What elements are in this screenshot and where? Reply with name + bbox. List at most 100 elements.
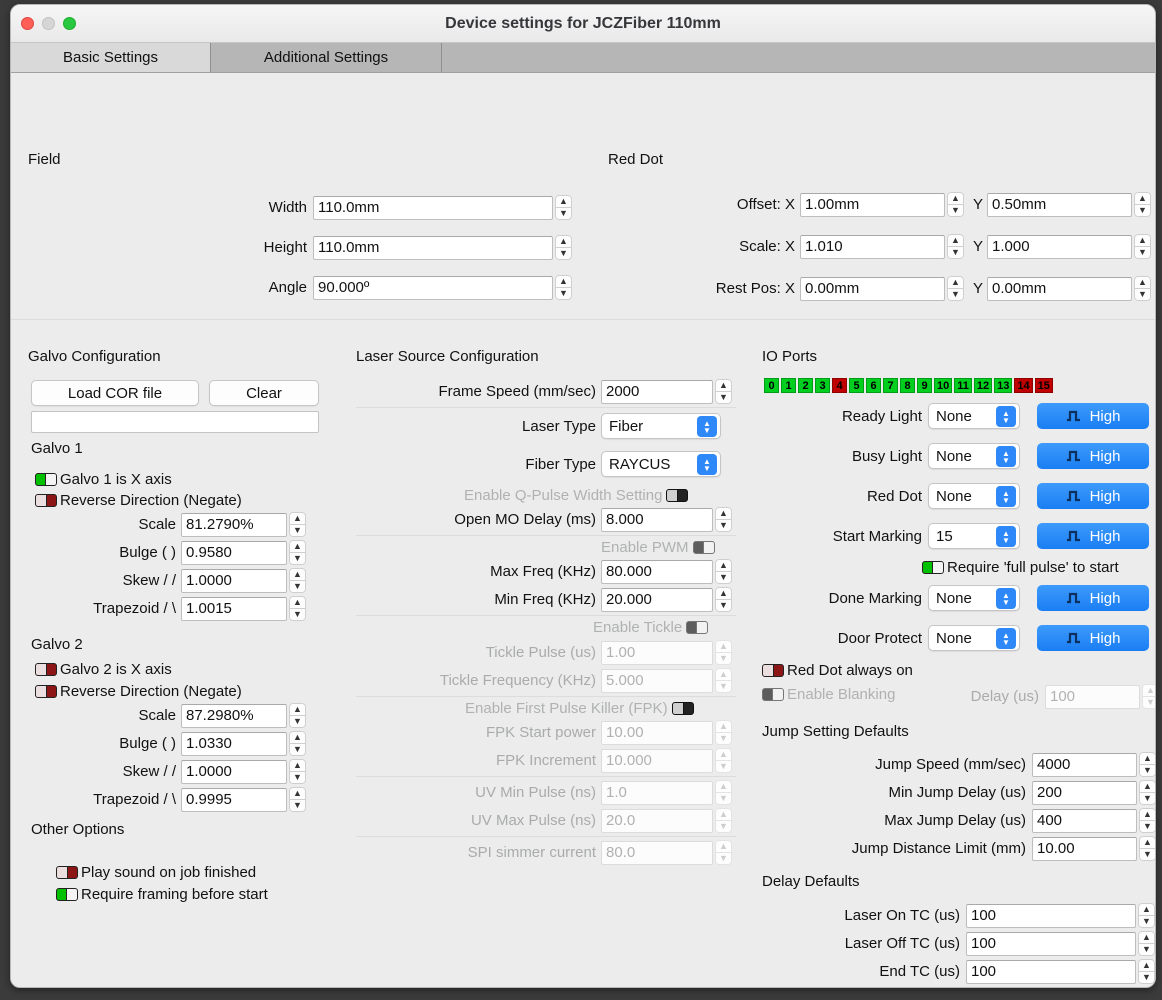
galvo2-trapezoid-input[interactable]: 0.9995 (181, 787, 287, 812)
busy-light-level-button[interactable]: High (1037, 443, 1149, 469)
io-port-12[interactable]: 12 (973, 378, 993, 393)
start-marking-select[interactable]: 15 ▲ ▼ (928, 523, 1020, 549)
galvo1-skew-stepper[interactable]: ▲ ▼ (289, 568, 306, 593)
reddot-restpos-x-input[interactable]: 0.00mm (800, 276, 945, 301)
galvo1-is-x-axis-toggle[interactable]: Galvo 1 is X axis (35, 471, 172, 488)
done-marking-select[interactable]: None ▲ ▼ (928, 585, 1020, 611)
reddot-offset-y-stepper[interactable]: ▲ ▼ (1134, 192, 1151, 217)
jump-distance-limit-input[interactable]: 10.00 (1032, 836, 1137, 861)
load-cor-file-button[interactable]: Load COR file (31, 380, 199, 406)
reddot-scale-y-stepper[interactable]: ▲ ▼ (1134, 234, 1151, 259)
galvo2-is-x-axis-toggle[interactable]: Galvo 2 is X axis (35, 661, 172, 678)
max-freq-input[interactable]: 80.000 (601, 559, 713, 584)
field-angle-input[interactable]: 90.000º (313, 275, 553, 300)
galvo2-trapezoid-stepper[interactable]: ▲ ▼ (289, 787, 306, 812)
galvo2-skew-input[interactable]: 1.0000 (181, 759, 287, 784)
galvo2-reverse-toggle[interactable]: Reverse Direction (Negate) (35, 683, 242, 700)
start-marking-level-button[interactable]: High (1037, 523, 1149, 549)
reddot-scale-x-input[interactable]: 1.010 (800, 234, 945, 259)
jump-distance-limit-stepper[interactable]: ▲ ▼ (1139, 836, 1155, 861)
busy-light-select[interactable]: None ▲ ▼ (928, 443, 1020, 469)
galvo1-scale-stepper[interactable]: ▲ ▼ (289, 512, 306, 537)
field-angle-stepper[interactable]: ▲ ▼ (555, 275, 572, 300)
io-port-3[interactable]: 3 (815, 378, 830, 393)
reddot-scale-y-input[interactable]: 1.000 (987, 234, 1132, 259)
reddot-restpos-x-stepper[interactable]: ▲ ▼ (947, 276, 964, 301)
io-port-9[interactable]: 9 (917, 378, 932, 393)
ready-light-select[interactable]: None ▲ ▼ (928, 403, 1020, 429)
end-tc-input[interactable]: 100 (966, 959, 1136, 984)
door-protect-level-button[interactable]: High (1037, 625, 1149, 651)
io-port-13[interactable]: 13 (994, 378, 1013, 393)
reddot-scale-x-stepper[interactable]: ▲ ▼ (947, 234, 964, 259)
reddot-restpos-y-stepper[interactable]: ▲ ▼ (1134, 276, 1151, 301)
galvo1-bulge-stepper[interactable]: ▲ ▼ (289, 540, 306, 565)
io-port-0[interactable]: 0 (764, 378, 779, 393)
end-tc-stepper[interactable]: ▲ ▼ (1138, 959, 1155, 984)
enable-tickle-toggle[interactable]: Enable Tickle (593, 619, 709, 636)
jump-speed-input[interactable]: 4000 (1032, 752, 1137, 777)
min-freq-input[interactable]: 20.000 (601, 587, 713, 612)
open-mo-delay-stepper[interactable]: ▲ ▼ (715, 507, 732, 532)
field-width-input[interactable]: 110.0mm (313, 195, 553, 220)
fiber-type-select[interactable]: RAYCUS ▲ ▼ (601, 451, 721, 477)
polygon-tc-stepper[interactable]: ▲▼ (1138, 987, 1155, 988)
laser-on-tc-stepper[interactable]: ▲ ▼ (1138, 903, 1155, 928)
red-dot-always-on-toggle[interactable]: Red Dot always on (762, 662, 913, 679)
galvo2-scale-input[interactable]: 87.2980% (181, 703, 287, 728)
max-jump-delay-input[interactable]: 400 (1032, 808, 1137, 833)
io-port-6[interactable]: 6 (866, 378, 881, 393)
field-height-stepper[interactable]: ▲ ▼ (555, 235, 572, 260)
laser-off-tc-stepper[interactable]: ▲ ▼ (1138, 931, 1155, 956)
reddot-offset-x-input[interactable]: 1.00mm (800, 192, 945, 217)
laser-off-tc-input[interactable]: 100 (966, 931, 1136, 956)
io-port-15[interactable]: 15 (1034, 378, 1053, 393)
io-port-14[interactable]: 14 (1014, 378, 1033, 393)
jump-speed-stepper[interactable]: ▲ ▼ (1139, 752, 1155, 777)
laser-type-select[interactable]: Fiber ▲ ▼ (601, 413, 721, 439)
polygon-tc-input[interactable]: 100 (966, 988, 1136, 989)
galvo1-trapezoid-stepper[interactable]: ▲ ▼ (289, 596, 306, 621)
reddot-offset-y-input[interactable]: 0.50mm (987, 192, 1132, 217)
galvo1-skew-input[interactable]: 1.0000 (181, 568, 287, 593)
play-sound-toggle[interactable]: Play sound on job finished (56, 864, 256, 881)
frame-speed-input[interactable]: 2000 (601, 379, 713, 404)
io-port-10[interactable]: 10 (934, 378, 953, 393)
door-protect-select[interactable]: None ▲ ▼ (928, 625, 1020, 651)
galvo2-bulge-input[interactable]: 1.0330 (181, 731, 287, 756)
frame-speed-stepper[interactable]: ▲ ▼ (715, 379, 732, 404)
tab-additional-settings[interactable]: Additional Settings (211, 43, 442, 72)
io-port-2[interactable]: 2 (798, 378, 813, 393)
reddot-restpos-y-input[interactable]: 0.00mm (987, 276, 1132, 301)
max-jump-delay-stepper[interactable]: ▲ ▼ (1139, 808, 1155, 833)
enable-qpulse-toggle[interactable]: Enable Q-Pulse Width Setting (464, 487, 689, 504)
min-jump-delay-input[interactable]: 200 (1032, 780, 1137, 805)
io-port-1[interactable]: 1 (781, 378, 796, 393)
enable-blanking-toggle[interactable]: Enable Blanking (762, 686, 895, 703)
io-port-5[interactable]: 5 (849, 378, 864, 393)
red-dot-port-select[interactable]: None ▲ ▼ (928, 483, 1020, 509)
done-marking-level-button[interactable]: High (1037, 585, 1149, 611)
galvo1-bulge-input[interactable]: 0.9580 (181, 540, 287, 565)
io-port-8[interactable]: 8 (900, 378, 915, 393)
galvo1-scale-input[interactable]: 81.2790% (181, 512, 287, 537)
tab-basic-settings[interactable]: Basic Settings (11, 43, 211, 72)
min-jump-delay-stepper[interactable]: ▲ ▼ (1139, 780, 1155, 805)
io-port-11[interactable]: 11 (954, 378, 972, 393)
io-port-4[interactable]: 4 (832, 378, 847, 393)
red-dot-port-level-button[interactable]: High (1037, 483, 1149, 509)
enable-pwm-toggle[interactable]: Enable PWM (601, 539, 715, 556)
ready-light-level-button[interactable]: High (1037, 403, 1149, 429)
require-framing-toggle[interactable]: Require framing before start (56, 886, 268, 903)
field-width-stepper[interactable]: ▲ ▼ (555, 195, 572, 220)
galvo2-skew-stepper[interactable]: ▲ ▼ (289, 759, 306, 784)
enable-fpk-toggle[interactable]: Enable First Pulse Killer (FPK) (465, 700, 694, 717)
galvo1-trapezoid-input[interactable]: 1.0015 (181, 596, 287, 621)
cor-file-path-input[interactable] (31, 411, 319, 433)
io-port-7[interactable]: 7 (883, 378, 898, 393)
open-mo-delay-input[interactable]: 8.000 (601, 507, 713, 532)
reddot-offset-x-stepper[interactable]: ▲ ▼ (947, 192, 964, 217)
galvo2-scale-stepper[interactable]: ▲ ▼ (289, 703, 306, 728)
galvo2-bulge-stepper[interactable]: ▲ ▼ (289, 731, 306, 756)
field-height-input[interactable]: 110.0mm (313, 235, 553, 260)
